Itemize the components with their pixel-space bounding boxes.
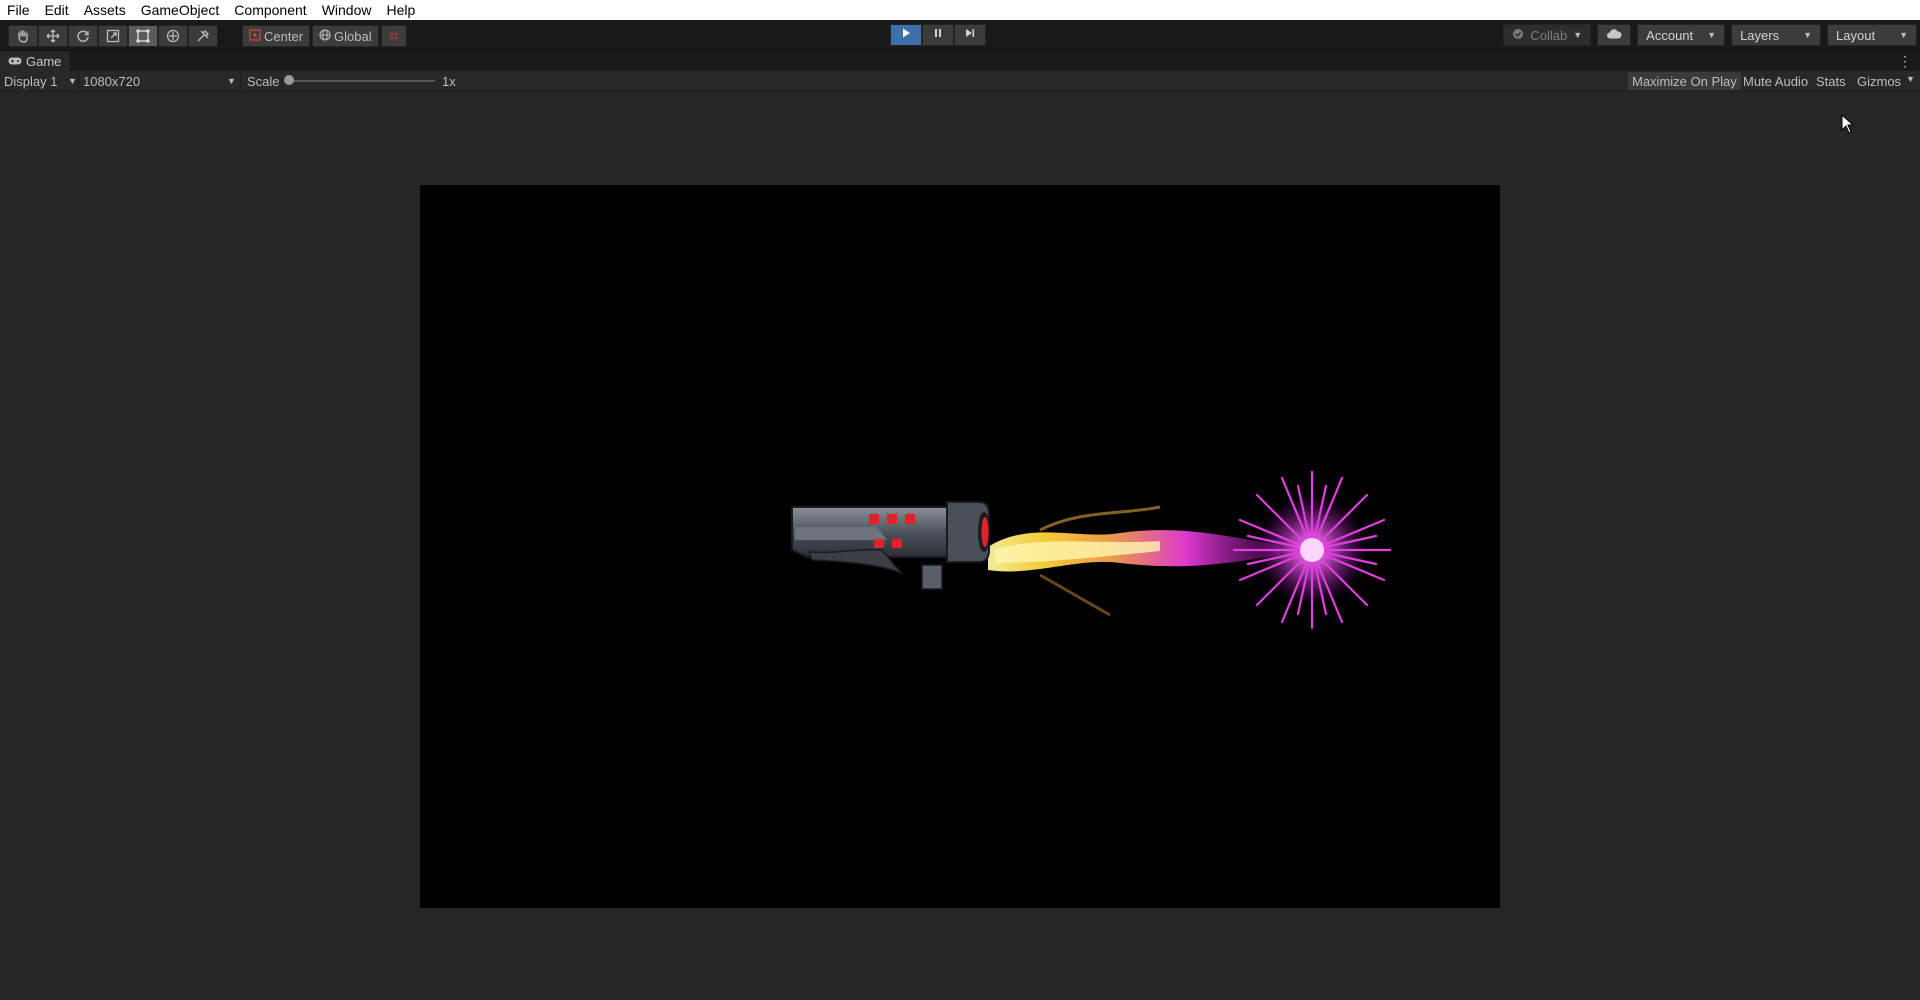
gizmos-toggle[interactable]: Gizmos [1853, 72, 1905, 90]
layers-dropdown[interactable]: Layers ▼ [1731, 24, 1822, 46]
collab-dropdown[interactable]: Collab ▼ [1503, 24, 1592, 46]
custom-tool-icon [196, 29, 210, 43]
rect-tool-icon [136, 29, 150, 43]
chevron-down-icon: ▼ [68, 76, 77, 86]
check-circle-icon [1512, 28, 1524, 43]
game-render-area[interactable] [420, 185, 1500, 908]
stats-toggle[interactable]: Stats [1812, 72, 1850, 90]
menu-window[interactable]: Window [315, 0, 380, 20]
resolution-dropdown[interactable]: 1080x720 ▼ [83, 71, 238, 91]
rotate-tool-button[interactable] [68, 25, 98, 47]
pivot-mode-label: Center [264, 28, 304, 44]
collab-label: Collab [1530, 27, 1568, 43]
menu-bar: File Edit Assets GameObject Component Wi… [0, 0, 1920, 20]
scale-tool-icon [106, 29, 120, 43]
menu-file[interactable]: File [0, 0, 38, 20]
transform-tools [8, 25, 218, 47]
transform-tool-icon [166, 29, 180, 43]
scale-value: 1x [442, 73, 456, 89]
scale-slider-track[interactable] [290, 80, 435, 82]
move-tool-button[interactable] [38, 25, 68, 47]
rocket-launcher-sprite [791, 501, 990, 590]
pivot-center-icon [249, 28, 261, 44]
resolution-label: 1080x720 [83, 73, 141, 89]
tab-game[interactable]: Game [0, 51, 70, 71]
step-icon [964, 26, 976, 44]
display-dropdown[interactable]: Display 1 ▼ [4, 71, 77, 91]
flame-trail [988, 505, 1280, 617]
layout-label: Layout [1836, 27, 1876, 43]
scale-label: Scale [247, 73, 280, 89]
hand-tool-button[interactable] [8, 25, 38, 47]
account-label: Account [1646, 27, 1694, 43]
chevron-down-icon: ▼ [1803, 30, 1813, 40]
pause-button[interactable] [922, 24, 954, 46]
cloud-icon [1606, 28, 1622, 43]
gizmos-label: Gizmos [1857, 73, 1902, 89]
pivot-rotation-button[interactable]: Global [312, 25, 379, 47]
cloud-button[interactable] [1597, 24, 1632, 46]
tab-options-icon[interactable]: ⋮ [1898, 53, 1912, 70]
mute-audio-toggle[interactable]: Mute Audio [1739, 72, 1812, 90]
rotate-tool-icon [76, 29, 90, 43]
play-button[interactable] [890, 24, 922, 46]
chevron-down-icon: ▼ [1899, 30, 1908, 40]
chevron-down-icon: ▼ [227, 76, 236, 86]
custom-tool-button[interactable] [188, 25, 218, 47]
pivot-mode-button[interactable]: Center [242, 25, 311, 47]
menu-gameobject[interactable]: GameObject [134, 0, 228, 20]
menu-assets[interactable]: Assets [77, 0, 134, 20]
transform-tool-button[interactable] [158, 25, 188, 47]
step-button[interactable] [954, 24, 986, 46]
layout-dropdown[interactable]: Layout ▼ [1827, 24, 1917, 46]
playback-controls [890, 24, 986, 46]
grid-snap-icon [388, 30, 400, 42]
maximize-on-play-toggle[interactable]: Maximize On Play [1628, 72, 1741, 90]
display-label: Display 1 [4, 73, 58, 89]
right-toolbar: Collab ▼ Account ▼ Layers ▼ Layout ▼ [1503, 24, 1920, 46]
hand-tool-icon [16, 29, 30, 43]
pause-icon [932, 26, 944, 44]
pivot-tools: Center Global [242, 25, 407, 47]
main-toolbar: Center Global Collab ▼ Account ▼ Layers … [0, 20, 1920, 51]
magenta-burst [1232, 470, 1392, 630]
chevron-down-icon[interactable]: ▼ [1906, 74, 1915, 84]
layers-label: Layers [1740, 27, 1780, 43]
chevron-down-icon: ▼ [1707, 30, 1717, 40]
rect-tool-button[interactable] [128, 25, 158, 47]
gamepad-icon [8, 54, 22, 69]
pivot-rotation-label: Global [334, 28, 372, 44]
snap-button[interactable] [380, 25, 407, 47]
menu-help[interactable]: Help [379, 0, 423, 20]
globe-icon [319, 28, 331, 44]
mouse-cursor-icon [1841, 113, 1855, 139]
game-view-toolbar: Display 1 ▼ 1080x720 ▼ Scale 1x Maximize… [0, 71, 1920, 92]
game-scene [791, 470, 1392, 630]
play-icon [900, 26, 912, 44]
chevron-down-icon: ▼ [1573, 30, 1583, 40]
divider [78, 73, 79, 89]
tab-game-label: Game [26, 53, 62, 69]
move-tool-icon [46, 29, 60, 43]
scale-tool-button[interactable] [98, 25, 128, 47]
account-dropdown[interactable]: Account ▼ [1637, 24, 1726, 46]
menu-edit[interactable]: Edit [38, 0, 77, 20]
scale-slider-thumb[interactable] [284, 75, 294, 85]
menu-component[interactable]: Component [227, 0, 314, 20]
divider [240, 73, 241, 89]
tab-bar: Game ⋮ [0, 51, 1920, 71]
